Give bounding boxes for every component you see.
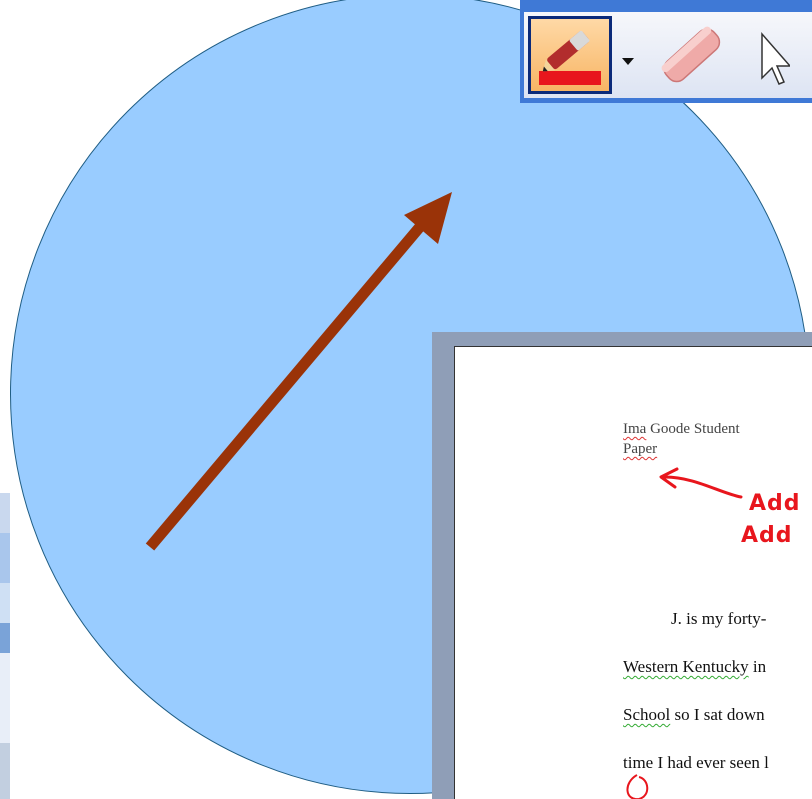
document-page[interactable]: Ima Goode Student Paper Add Add J. is my… <box>454 346 812 799</box>
ink-note-add-2: Add <box>741 523 793 548</box>
body-line-2-flagged: Western Kentucky <box>623 657 749 676</box>
body-line-3-flagged: School <box>623 705 671 724</box>
dropdown-arrow-icon <box>622 58 634 65</box>
body-line-3: School so I sat down <box>623 705 765 724</box>
ink-toolbar <box>520 0 812 103</box>
eraser-button[interactable] <box>648 16 734 94</box>
ink-note-add-1: Add <box>749 491 801 516</box>
arrow-pointer-icon <box>761 32 792 85</box>
pen-button[interactable] <box>528 16 612 94</box>
body-line-4: time I had ever seen l <box>623 753 769 772</box>
pen-options-dropdown[interactable] <box>618 16 638 94</box>
pointer-button[interactable] <box>750 16 792 94</box>
toolbar-body <box>524 12 812 98</box>
ink-annotation <box>626 467 743 799</box>
body-line-1: J. is my forty- <box>671 609 767 628</box>
pen-icon <box>539 30 601 85</box>
eraser-icon <box>661 26 721 83</box>
body-line-2: Western Kentucky in <box>623 657 767 676</box>
